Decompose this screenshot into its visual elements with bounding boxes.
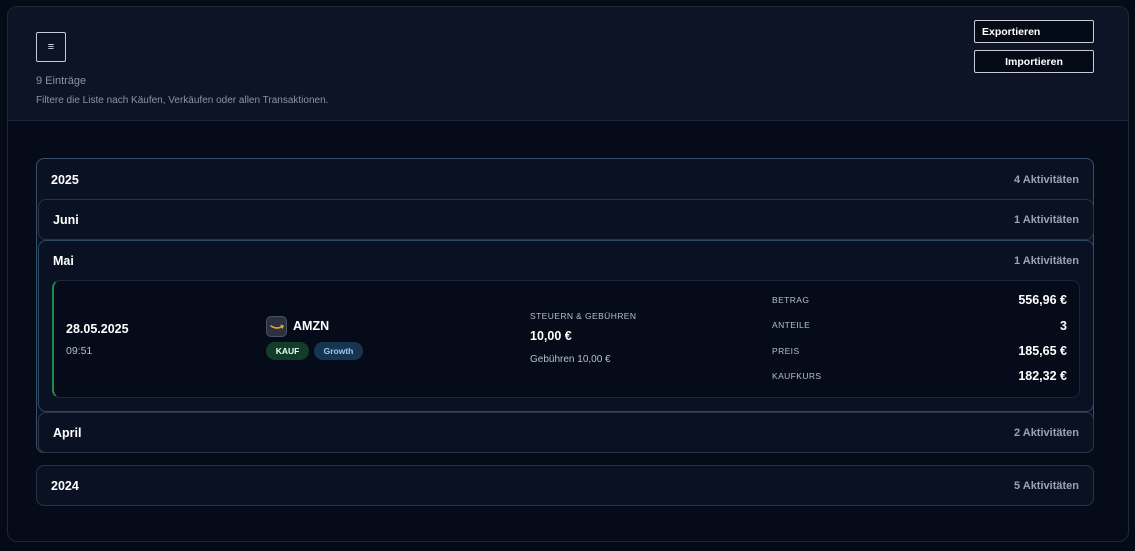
ticker-symbol: AMZN xyxy=(293,319,330,333)
month-group-juni[interactable]: Juni 1 Aktivitäten xyxy=(38,199,1094,240)
import-button[interactable]: Importieren xyxy=(974,50,1094,73)
export-button[interactable]: Exportieren xyxy=(974,20,1094,43)
list-header: ≡ 9 Einträge Filtere die Liste nach Käuf… xyxy=(8,7,1128,121)
year-title: 2024 xyxy=(51,479,79,493)
fees-detail: Gebühren 10,00 € xyxy=(530,354,611,365)
entry-count: 9 Einträge xyxy=(36,75,87,87)
month-activity-count: 1 Aktivitäten xyxy=(1013,255,1079,267)
year-activity-count: 4 Aktivitäten xyxy=(1013,174,1079,186)
amount-value: 556,96 € xyxy=(1018,293,1067,307)
shares-value: 3 xyxy=(1060,319,1067,333)
transaction-date: 28.05.2025 xyxy=(66,322,129,336)
month-group-mai: Mai 1 Aktivitäten 28.05.2025 09:51 AMZN … xyxy=(38,240,1094,412)
transactions-panel: ≡ 9 Einträge Filtere die Liste nach Käuf… xyxy=(7,6,1129,542)
month-activity-count: 1 Aktivitäten xyxy=(1013,214,1079,226)
year-activity-count: 5 Aktivitäten xyxy=(1013,480,1079,492)
month-title: April xyxy=(53,426,82,440)
year-title[interactable]: 2025 xyxy=(51,173,79,187)
category-badge: Growth xyxy=(314,342,363,360)
menu-button[interactable]: ≡ xyxy=(36,32,66,62)
price-label: PREIS xyxy=(772,346,800,356)
month-title: Juni xyxy=(53,213,79,227)
price-value: 185,65 € xyxy=(1018,344,1067,358)
fees-label: STEUERN & GEBÜHREN xyxy=(530,311,637,321)
amazon-logo-icon xyxy=(266,316,287,337)
buy-rate-value: 182,32 € xyxy=(1018,369,1067,383)
fees-value: 10,00 € xyxy=(530,329,572,343)
month-activity-count: 2 Aktivitäten xyxy=(1013,427,1079,439)
filter-hint: Filtere die Liste nach Käufen, Verkäufen… xyxy=(36,95,329,106)
year-group-2025: 2025 4 Aktivitäten Juni 1 Aktivitäten Ma… xyxy=(36,158,1094,453)
amount-label: BETRAG xyxy=(772,295,810,305)
transaction-time: 09:51 xyxy=(66,345,93,357)
shares-label: ANTEILE xyxy=(772,320,811,330)
menu-icon: ≡ xyxy=(47,41,55,53)
year-group-2024[interactable]: 2024 5 Aktivitäten xyxy=(36,465,1094,506)
month-group-april[interactable]: April 2 Aktivitäten xyxy=(38,412,1094,453)
buy-rate-label: KAUFKURS xyxy=(772,371,822,381)
buy-badge: KAUF xyxy=(266,342,309,360)
transaction-card[interactable]: 28.05.2025 09:51 AMZN KAUF Growth STEUER… xyxy=(52,280,1080,398)
month-title[interactable]: Mai xyxy=(53,254,74,268)
